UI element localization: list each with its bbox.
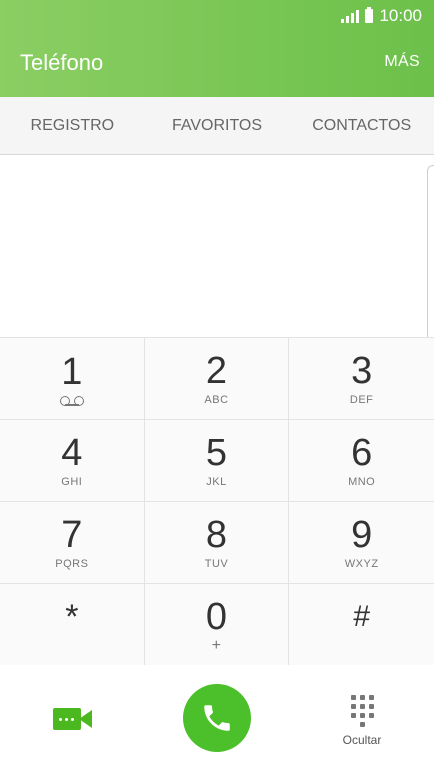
key-9[interactable]: 9 WXYZ — [289, 502, 434, 584]
hide-keypad-button[interactable]: Ocultar — [332, 695, 392, 747]
app-header: 10:00 Teléfono MÁS — [0, 0, 434, 97]
status-bar: 10:00 — [341, 6, 422, 26]
key-7[interactable]: 7 PQRS — [0, 502, 145, 584]
key-1[interactable]: 1 — [0, 338, 145, 420]
dial-keypad: 1 2 ABC 3 DEF 4 GHI 5 JKL 6 MNO 7 PQRS 8… — [0, 337, 434, 666]
tab-registro[interactable]: REGISTRO — [0, 117, 145, 135]
dialed-number-display[interactable] — [0, 155, 434, 337]
call-button[interactable] — [183, 684, 251, 752]
key-digit: 6 — [351, 431, 373, 474]
key-0[interactable]: 0 + — [144, 584, 290, 666]
more-button[interactable]: MÁS — [384, 53, 420, 71]
key-letters: PQRS — [55, 557, 89, 570]
key-digit: 1 — [61, 350, 83, 393]
key-digit: 5 — [205, 431, 228, 474]
key-digit: # — [353, 599, 370, 633]
key-letters: WXYZ — [344, 557, 379, 570]
app-title: Teléfono — [20, 50, 104, 75]
key-8[interactable]: 8 TUV — [144, 502, 290, 584]
key-3[interactable]: 3 DEF — [289, 338, 434, 420]
key-digit: * — [65, 597, 79, 636]
key-letters: MNO — [348, 475, 376, 488]
status-time: 10:00 — [379, 6, 422, 25]
tab-contactos[interactable]: CONTACTOS — [289, 117, 434, 135]
key-letters: DEF — [349, 393, 374, 406]
hide-keypad-label: Ocultar — [342, 733, 382, 747]
phone-icon — [204, 705, 230, 731]
key-digit: 7 — [61, 513, 83, 556]
key-letters: + — [211, 636, 222, 654]
key-star[interactable]: * — [0, 584, 145, 666]
voicemail-icon — [59, 395, 84, 406]
video-call-button[interactable] — [53, 708, 93, 732]
key-6[interactable]: 6 MNO — [289, 420, 434, 502]
key-digit: 9 — [351, 513, 373, 556]
signal-icon — [341, 9, 360, 23]
tab-bar: REGISTRO FAVORITOS CONTACTOS — [0, 97, 434, 155]
key-digit: 2 — [205, 349, 228, 392]
bottom-action-bar: Ocultar — [0, 665, 434, 771]
key-hash[interactable]: # — [289, 584, 434, 666]
keypad-icon — [350, 695, 374, 727]
key-digit: 0 — [205, 595, 228, 638]
video-call-icon — [53, 708, 81, 730]
key-digit: 8 — [205, 513, 228, 556]
key-5[interactable]: 5 JKL — [144, 420, 290, 502]
key-4[interactable]: 4 GHI — [0, 420, 145, 502]
edge-panel-handle[interactable] — [427, 165, 434, 342]
key-letters: JKL — [206, 475, 227, 488]
key-2[interactable]: 2 ABC — [144, 338, 290, 420]
key-letters: TUV — [204, 557, 229, 570]
key-letters: GHI — [61, 475, 83, 488]
key-digit: 4 — [61, 431, 83, 474]
battery-icon — [365, 7, 374, 23]
tab-favoritos[interactable]: FAVORITOS — [145, 117, 290, 135]
key-letters: ABC — [204, 393, 229, 406]
key-digit: 3 — [351, 349, 373, 392]
